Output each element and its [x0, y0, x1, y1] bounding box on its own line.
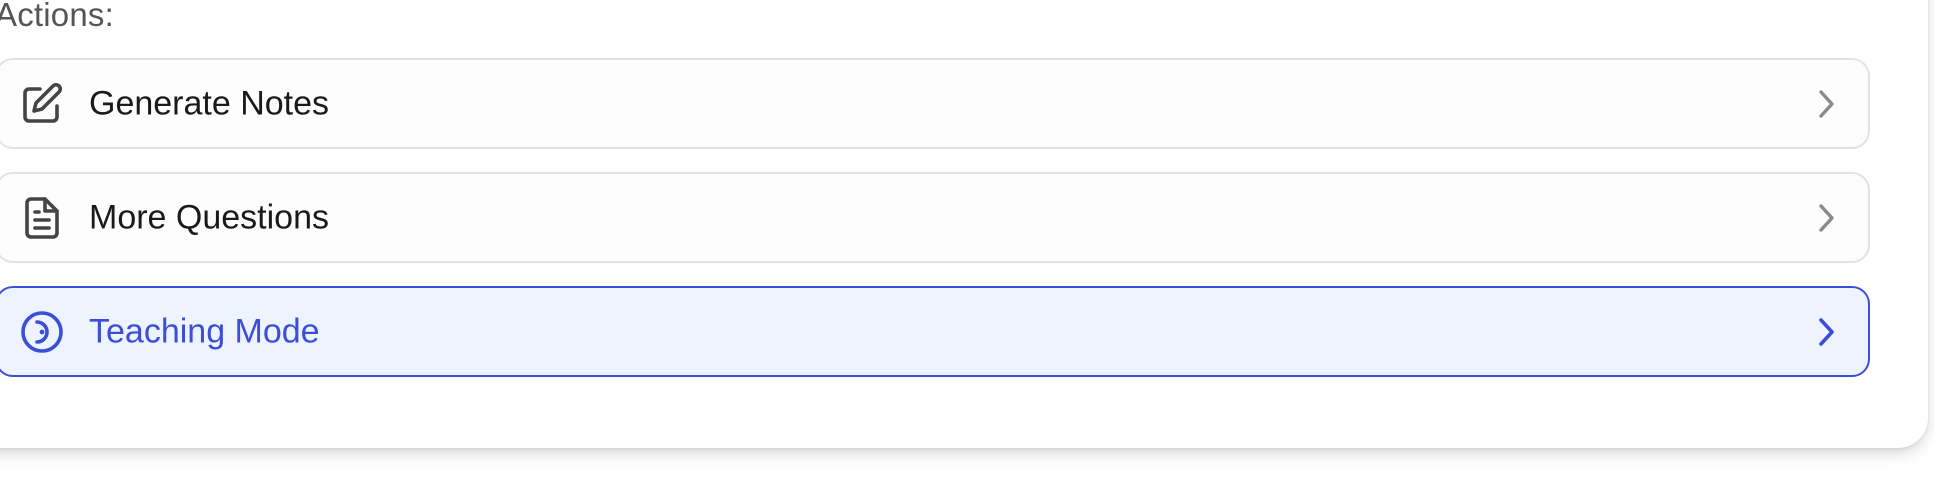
- generate-notes-button[interactable]: Generate Notes: [0, 58, 1870, 149]
- more-questions-button[interactable]: More Questions: [0, 172, 1870, 263]
- teaching-target-icon: [18, 308, 66, 356]
- chevron-right-icon: [1814, 200, 1838, 236]
- action-label: Generate Notes: [89, 84, 330, 122]
- teaching-mode-button[interactable]: Teaching Mode: [0, 286, 1870, 377]
- action-label: More Questions: [89, 198, 329, 236]
- document-icon: [18, 194, 66, 242]
- action-label: Teaching Mode: [89, 312, 320, 350]
- chevron-right-icon: [1814, 86, 1838, 122]
- edit-note-icon: [18, 80, 66, 128]
- actions-panel: Actions: Generate Notes More Questions T…: [0, 0, 1928, 448]
- chevron-right-icon: [1814, 314, 1838, 350]
- actions-heading: Actions:: [0, 0, 114, 33]
